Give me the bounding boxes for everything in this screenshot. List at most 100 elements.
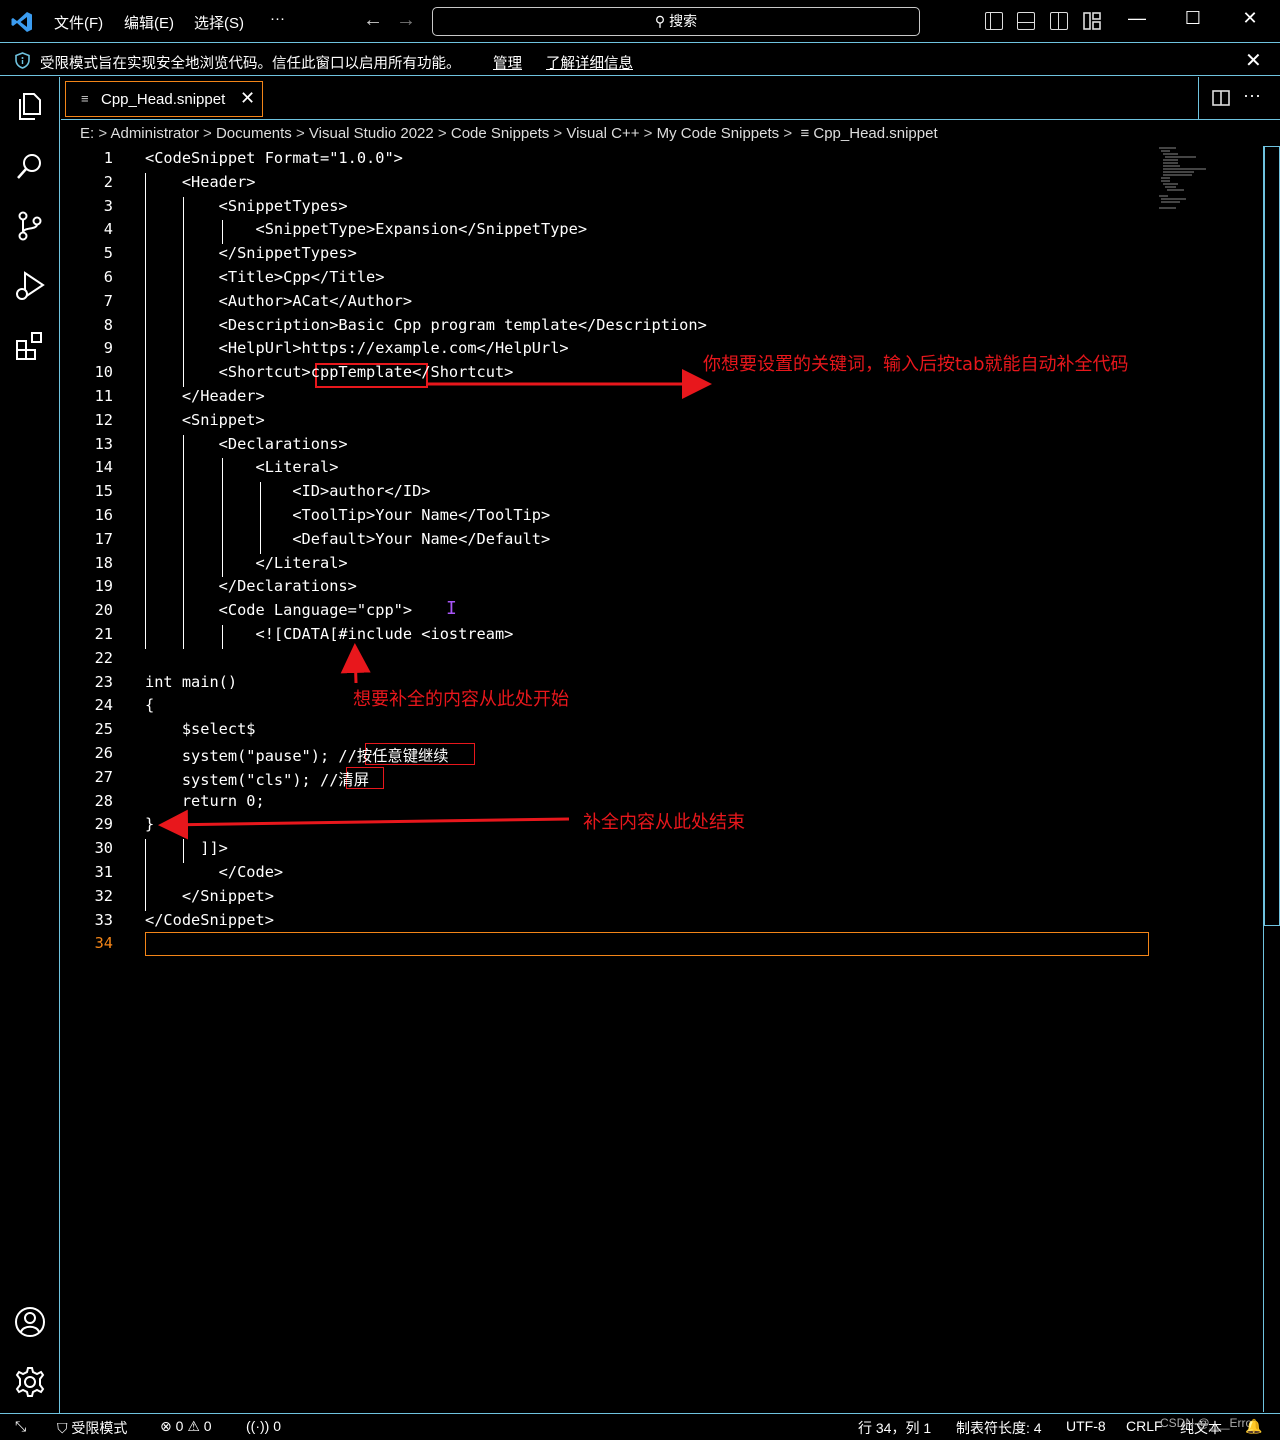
line-number: 19 [94, 577, 113, 596]
ports-status[interactable]: ((·)) 0 [246, 1418, 281, 1434]
menu-more[interactable]: ··· [270, 10, 285, 27]
vertical-scrollbar[interactable] [1263, 146, 1280, 1412]
breadcrumb-item[interactable]: Visual Studio 2022 [309, 125, 434, 142]
eol-status[interactable]: CRLF [1126, 1418, 1163, 1434]
toggle-secondary-sidebar-icon[interactable] [1050, 12, 1068, 30]
breadcrumb-item[interactable]: E: [80, 125, 94, 142]
code-line[interactable]: { [145, 696, 154, 714]
minimize-button[interactable]: — [1122, 8, 1152, 29]
scrollbar-thumb[interactable] [1264, 146, 1280, 926]
code-line[interactable]: <Header> [145, 173, 256, 191]
run-and-debug-icon[interactable] [13, 269, 47, 303]
code-line[interactable]: </Code> [145, 863, 283, 881]
code-line[interactable]: <ID>author</ID> [145, 482, 430, 500]
broadcast-icon: ((·)) [246, 1418, 270, 1434]
explorer-icon[interactable] [13, 89, 47, 123]
toggle-panel-icon[interactable] [1017, 12, 1035, 30]
more-actions-icon[interactable]: ··· [1243, 85, 1261, 106]
settings-gear-icon[interactable] [13, 1365, 47, 1399]
menu-selection[interactable]: 选择(S) [194, 12, 244, 33]
manage-link[interactable]: 管理 [493, 52, 522, 73]
code-line[interactable]: </Header> [145, 387, 265, 405]
code-line[interactable]: <SnippetType>Expansion</SnippetType> [145, 220, 588, 238]
menu-edit[interactable]: 编辑(E) [124, 12, 174, 33]
line-number: 18 [94, 553, 113, 572]
learn-more-link[interactable]: 了解详细信息 [546, 52, 633, 73]
line-number: 11 [94, 387, 113, 405]
account-icon[interactable] [13, 1305, 47, 1339]
line-number: 28 [94, 791, 113, 810]
code-line[interactable]: int main() [145, 673, 237, 691]
code-line[interactable]: system("pause"); //按任意键继续 [145, 744, 449, 766]
encoding-status[interactable]: UTF-8 [1066, 1418, 1106, 1434]
code-line[interactable]: system("cls"); //清屏 [145, 768, 369, 790]
code-line[interactable]: return 0; [145, 792, 265, 810]
minimap[interactable] [1156, 146, 1226, 216]
customize-layout-icon[interactable] [1083, 12, 1101, 30]
end-annotation: 补全内容从此处结束 [583, 812, 745, 833]
command-search-box[interactable]: ⚲ 搜索 [432, 7, 920, 36]
close-tab-icon[interactable]: ✕ [240, 88, 255, 109]
breadcrumb-item[interactable]: Code Snippets [451, 125, 549, 142]
line-number: 22 [94, 648, 113, 667]
back-arrow-icon[interactable]: ← [363, 9, 383, 32]
extensions-icon[interactable] [13, 329, 47, 363]
code-line[interactable]: ]]> [145, 839, 228, 857]
forward-arrow-icon[interactable]: → [396, 9, 416, 32]
breadcrumb-item[interactable]: Administrator [110, 125, 198, 142]
code-line[interactable]: <Description>Basic Cpp program template<… [145, 316, 707, 334]
split-editor-icon[interactable] [1212, 89, 1230, 107]
code-line[interactable]: <CodeSnippet Format="1.0.0"> [145, 149, 403, 167]
code-line[interactable]: <Author>ACat</Author> [145, 292, 412, 310]
notifications-bell-icon[interactable]: 🔔 [1245, 1418, 1262, 1435]
code-line[interactable]: <![CDATA[#include <iostream> [145, 625, 514, 643]
code-line[interactable]: </Literal> [145, 554, 348, 572]
editor-actions: ··· [1198, 77, 1280, 119]
vscode-logo-icon [11, 12, 32, 32]
menu-file[interactable]: 文件(F) [54, 12, 103, 33]
code-line[interactable]: </Declarations> [145, 577, 357, 595]
warning-icon: ⚠ [187, 1418, 200, 1434]
code-line[interactable]: <Code Language="cpp"> [145, 601, 412, 619]
code-line[interactable]: <Title>Cpp</Title> [145, 268, 385, 286]
code-line[interactable]: <Shortcut>cppTemplate</Shortcut> [145, 363, 514, 381]
line-number: 25 [94, 720, 113, 739]
activity-bar [0, 77, 60, 1413]
code-editor[interactable]: 你想要设置的关键词，输入后按tab就能自动补全代码 想要补全的内容从此处开始 补… [61, 146, 1280, 1412]
breadcrumb-item[interactable]: My Code Snippets [657, 125, 780, 142]
remote-icon[interactable]: ⤡ [15, 1418, 26, 1435]
indentation-status[interactable]: 制表符长度: 4 [956, 1418, 1042, 1438]
code-line[interactable]: </SnippetTypes> [145, 244, 357, 262]
code-line[interactable]: <ToolTip>Your Name</ToolTip> [145, 506, 550, 524]
breadcrumb-item[interactable]: Documents [216, 125, 292, 142]
code-line[interactable]: <HelpUrl>https://example.com</HelpUrl> [145, 339, 569, 357]
tab-cpp-head-snippet[interactable]: ≡ Cpp_Head.snippet ✕ [65, 81, 263, 117]
editor-tabs: ≡ Cpp_Head.snippet ✕ ··· [61, 77, 1280, 120]
line-number: 34 [94, 934, 113, 953]
code-line[interactable]: <Default>Your Name</Default> [145, 530, 550, 548]
toggle-primary-sidebar-icon[interactable] [985, 12, 1003, 30]
maximize-button[interactable]: ☐ [1178, 8, 1208, 29]
search-icon[interactable] [13, 149, 47, 183]
breadcrumb-item[interactable]: Visual C++ [566, 125, 639, 142]
file-lines-icon: ≡ [81, 91, 89, 106]
code-line[interactable]: <SnippetTypes> [145, 197, 348, 215]
problems-status[interactable]: ⊗ 0 ⚠ 0 [160, 1418, 212, 1435]
breadcrumb-item[interactable]: Cpp_Head.snippet [813, 125, 937, 142]
code-line[interactable]: <Declarations> [145, 435, 348, 453]
code-line[interactable]: $select$ [145, 720, 256, 738]
code-line[interactable]: <Literal> [145, 458, 339, 476]
line-number: 31 [94, 863, 113, 881]
restricted-mode-status[interactable]: ⛉ 受限模式 [57, 1418, 127, 1438]
close-banner-icon[interactable]: ✕ [1245, 48, 1262, 73]
line-number: 9 [103, 339, 113, 358]
code-line[interactable]: </CodeSnippet> [145, 911, 274, 929]
source-control-icon[interactable] [13, 209, 47, 243]
line-number: 26 [94, 744, 113, 762]
line-number: 32 [94, 886, 113, 905]
cursor-position[interactable]: 行 34，列 1 [858, 1418, 931, 1438]
code-line[interactable]: } [145, 815, 154, 833]
code-line[interactable]: <Snippet> [145, 411, 265, 429]
code-line[interactable]: </Snippet> [145, 887, 274, 905]
close-window-button[interactable]: ✕ [1235, 8, 1265, 29]
